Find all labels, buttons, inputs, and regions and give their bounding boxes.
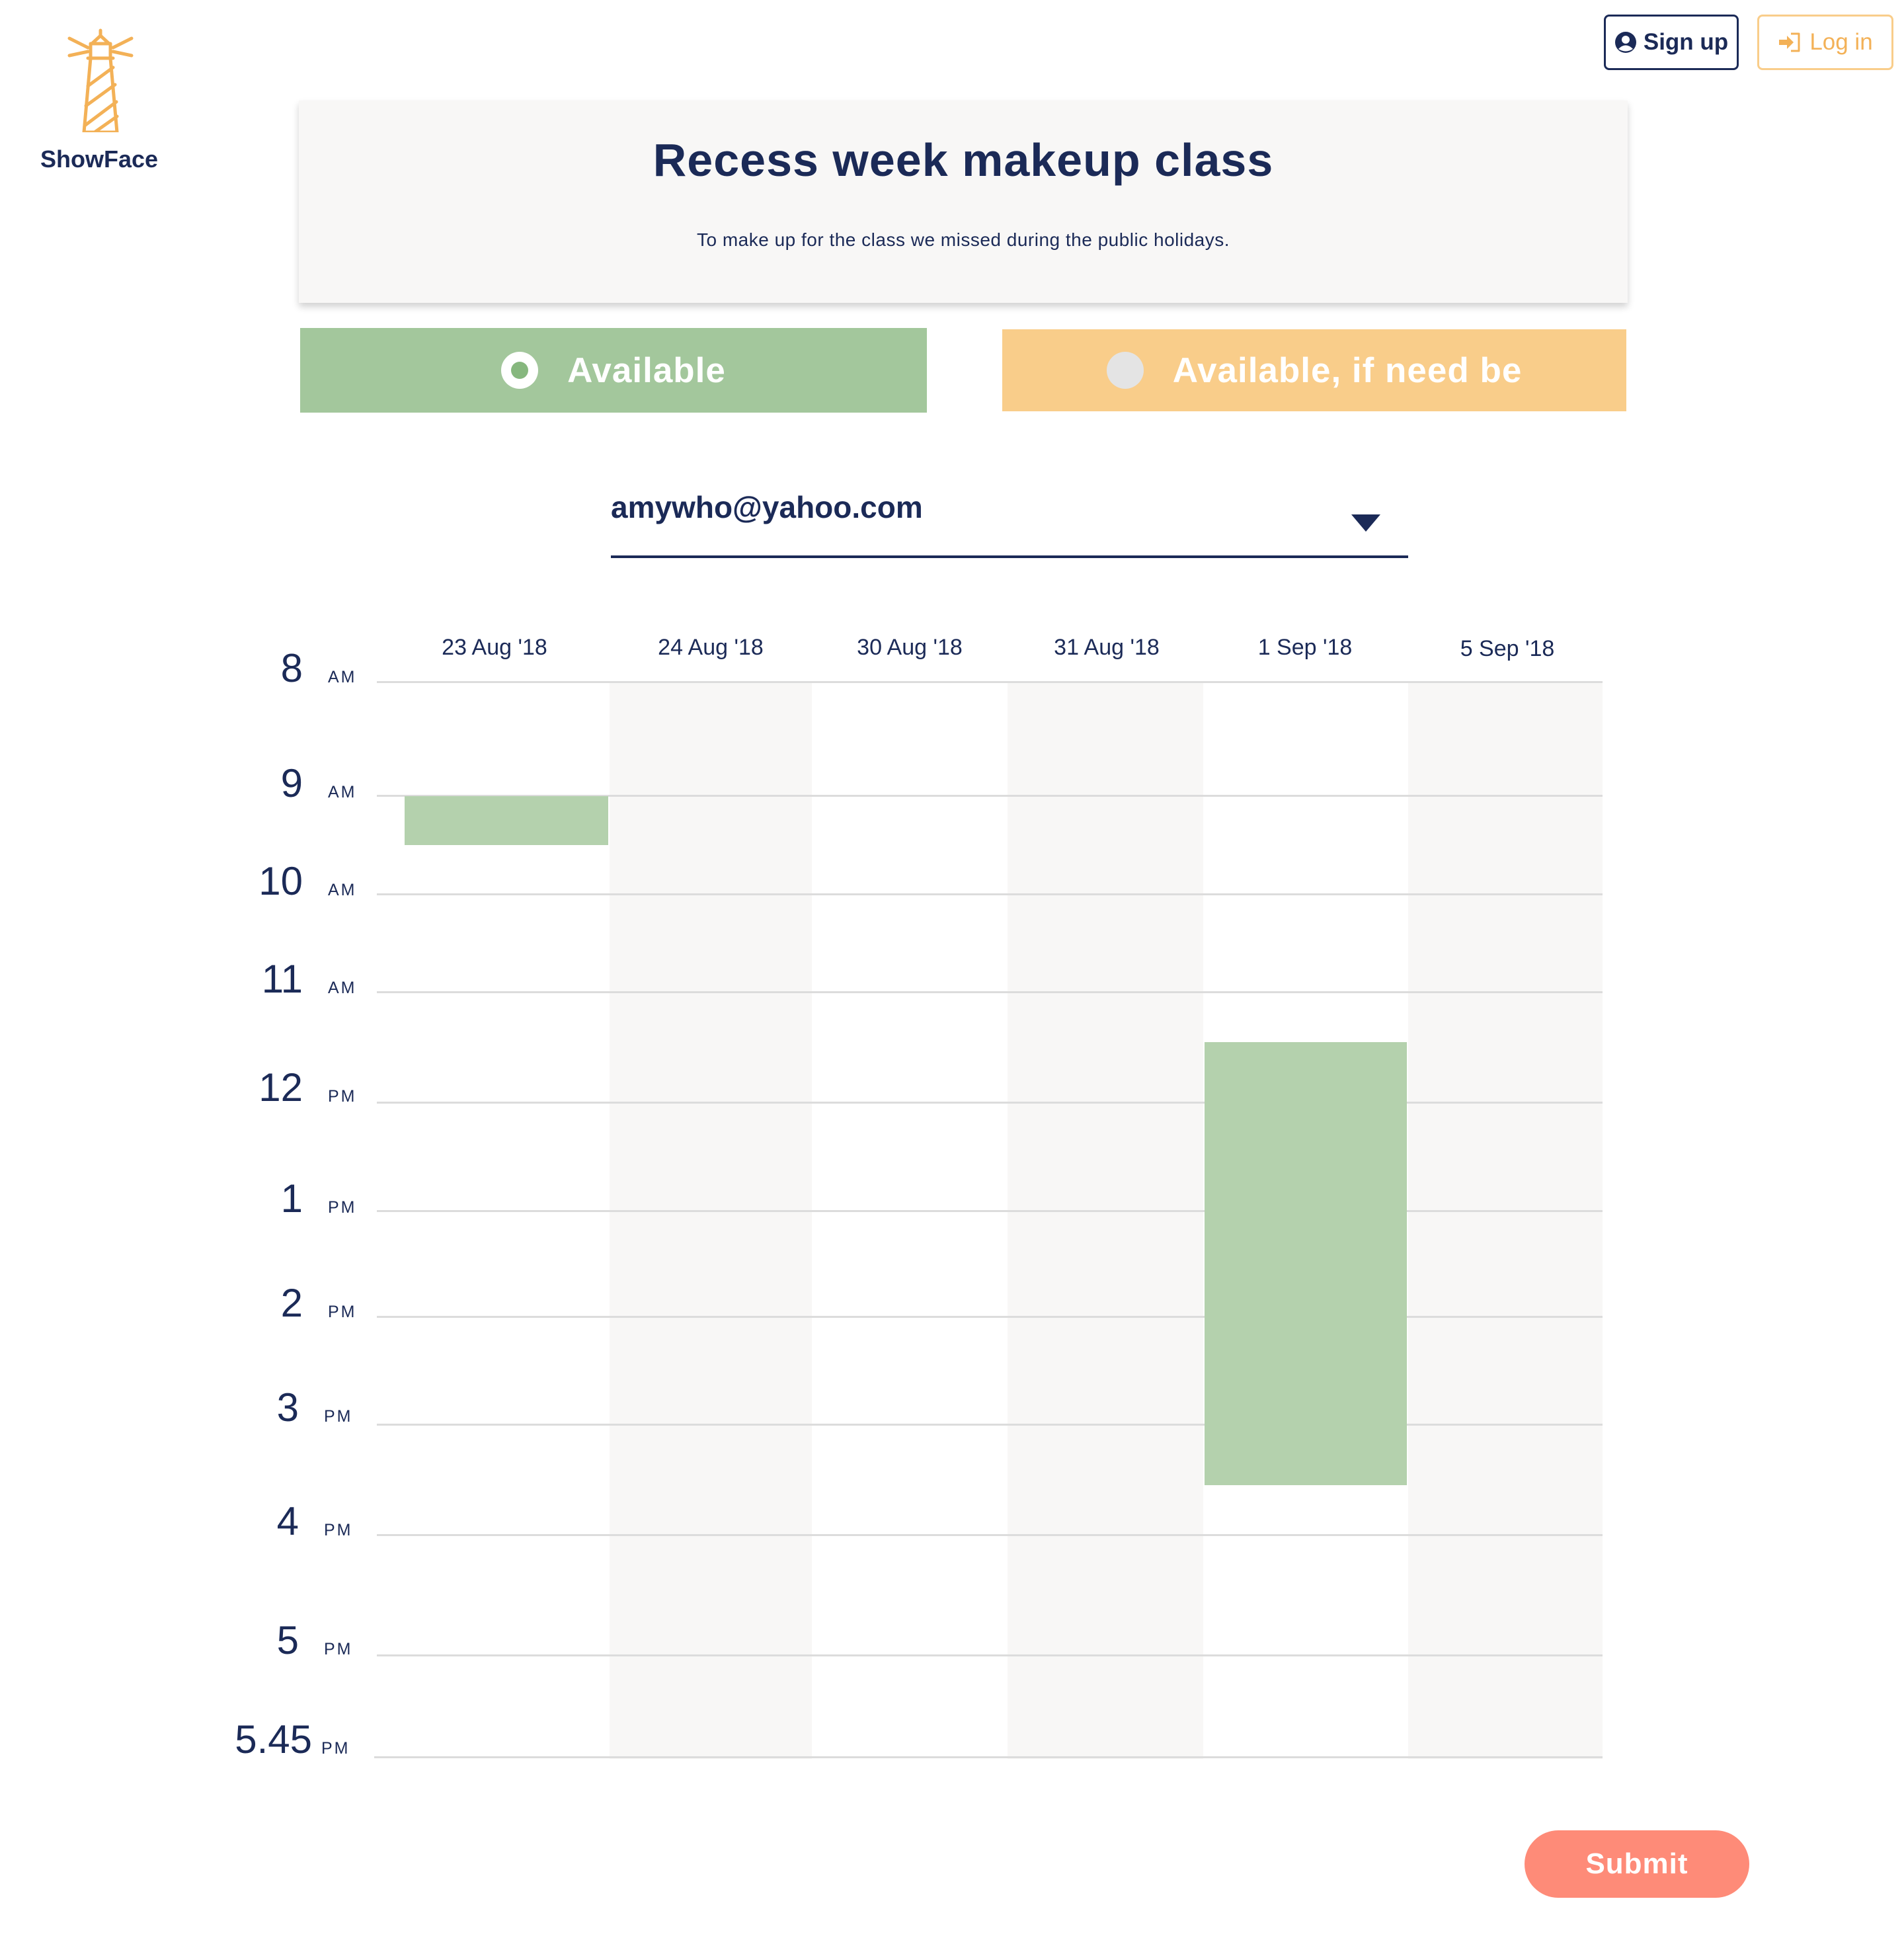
date-header: 23 Aug '18 xyxy=(442,635,547,660)
user-email-select[interactable]: amywho@yahoo.com xyxy=(611,483,1408,558)
lighthouse-icon xyxy=(67,28,134,132)
day-column-24-aug[interactable] xyxy=(610,681,812,1759)
sign-in-icon xyxy=(1779,32,1800,52)
hour-line xyxy=(377,1210,1603,1212)
submit-button[interactable]: Submit xyxy=(1525,1830,1749,1898)
hour-line xyxy=(377,1654,1603,1656)
user-email-value: amywho@yahoo.com xyxy=(611,490,923,524)
time-label: 1 PM xyxy=(280,1176,357,1221)
availability-block[interactable] xyxy=(405,796,608,845)
availability-block[interactable] xyxy=(1205,1042,1407,1485)
date-header: 1 Sep '18 xyxy=(1257,635,1353,660)
available-if-need-be-option[interactable]: Available, if need be xyxy=(1002,329,1626,411)
signup-button[interactable]: Sign up xyxy=(1604,15,1739,70)
time-label: 11 AM xyxy=(261,957,357,1001)
time-label: 4 PM xyxy=(276,1499,353,1543)
date-header: 24 Aug '18 xyxy=(658,635,764,660)
brand-name: ShowFace xyxy=(40,145,159,173)
time-label: 5.45 PM xyxy=(235,1717,350,1762)
available-if-need-be-label: Available, if need be xyxy=(1172,350,1523,390)
hour-line xyxy=(374,1756,1603,1758)
hour-line xyxy=(377,991,1603,993)
user-circle-icon xyxy=(1614,32,1636,53)
hour-line xyxy=(377,1534,1603,1536)
hour-line xyxy=(377,1424,1603,1426)
hour-line xyxy=(377,893,1603,895)
time-label: 12 PM xyxy=(258,1065,357,1110)
event-title: Recess week makeup class xyxy=(653,134,1274,186)
time-label: 8 AM xyxy=(280,646,357,690)
time-label: 2 PM xyxy=(280,1281,357,1325)
brand-logo[interactable]: ShowFace xyxy=(40,26,159,179)
time-label: 10 AM xyxy=(258,859,357,903)
hour-line xyxy=(377,1316,1603,1318)
date-header: 5 Sep '18 xyxy=(1460,636,1555,661)
event-card: Recess week makeup class To make up for … xyxy=(299,101,1628,303)
login-button[interactable]: Log in xyxy=(1757,15,1893,70)
radio-selected-icon xyxy=(501,352,539,389)
available-option[interactable]: Available xyxy=(300,328,927,413)
radio-unselected-icon xyxy=(1106,352,1144,389)
login-label: Log in xyxy=(1809,29,1873,55)
event-description: To make up for the class we missed durin… xyxy=(696,229,1230,250)
day-column-5-sep[interactable] xyxy=(1408,681,1603,1759)
date-header: 31 Aug '18 xyxy=(1054,635,1160,660)
caret-down-icon xyxy=(1351,514,1380,532)
available-label: Available xyxy=(567,350,726,390)
hour-line xyxy=(377,681,1603,683)
time-label: 3 PM xyxy=(276,1385,353,1430)
time-label: 5 PM xyxy=(276,1618,353,1662)
day-column-31-aug[interactable] xyxy=(1008,681,1203,1759)
hour-line xyxy=(377,1102,1603,1104)
date-header: 30 Aug '18 xyxy=(857,635,963,660)
time-label: 9 AM xyxy=(280,761,357,805)
signup-label: Sign up xyxy=(1643,29,1729,55)
